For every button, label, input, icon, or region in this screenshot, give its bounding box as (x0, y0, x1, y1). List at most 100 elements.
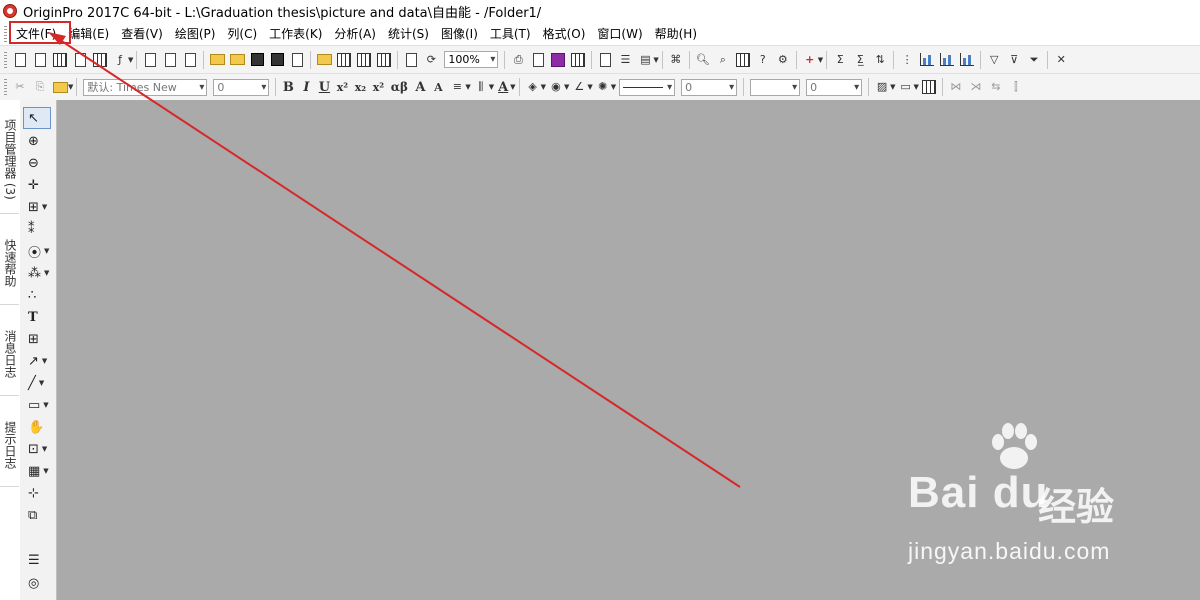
decrease-font-icon[interactable]: A (431, 81, 445, 94)
toolbar-grip[interactable] (4, 79, 7, 95)
import-wizard-icon[interactable] (316, 52, 332, 68)
save-project-icon[interactable] (249, 52, 265, 68)
add-column-icon[interactable]: + (802, 52, 818, 68)
column-chart-icon[interactable] (919, 52, 935, 68)
pointer-tool-icon[interactable]: ↖ (23, 107, 51, 129)
bold-icon[interactable]: B (281, 80, 295, 95)
new-worksheet-icon[interactable] (52, 52, 68, 68)
italic-icon[interactable]: I (299, 80, 313, 95)
tab-quick-help[interactable]: 快速帮助 (0, 215, 19, 305)
column-align-icon[interactable]: ⫼ (473, 79, 489, 95)
tab-message-log[interactable]: 消息日志 (0, 306, 19, 396)
new-matrix-icon[interactable] (92, 52, 108, 68)
align-icon[interactable]: ⫿ (1008, 79, 1024, 95)
chevron-down-icon[interactable]: ▼ (465, 83, 470, 91)
menu-statistics[interactable]: 统计(S) (382, 23, 435, 45)
menu-analysis[interactable]: 分析(A) (328, 23, 382, 45)
new-project-icon[interactable] (12, 52, 28, 68)
super-subscript-icon[interactable]: x² (371, 81, 385, 94)
paste-icon[interactable] (52, 79, 68, 95)
align-left-icon[interactable]: ≡ (449, 79, 465, 95)
font-color-icon[interactable]: A (496, 80, 510, 95)
refresh-icon[interactable]: ⟳ (423, 52, 439, 68)
pattern-icon[interactable]: ◉ (548, 79, 564, 95)
toolbar-grip[interactable] (4, 51, 7, 68)
menu-view[interactable]: 查看(V) (115, 23, 169, 45)
rotate-icon[interactable]: ◎ (24, 573, 50, 593)
table-icon[interactable] (921, 79, 937, 95)
underline-icon[interactable]: U (317, 80, 331, 95)
histogram-icon[interactable] (939, 52, 955, 68)
region-selector-icon[interactable]: ⦿ ▼ (24, 241, 50, 261)
new-layout-icon[interactable] (142, 52, 158, 68)
swap-icon[interactable]: ⇆ (988, 79, 1004, 95)
line-width-select[interactable]: 0 (681, 78, 738, 96)
subscript-icon[interactable]: x₂ (353, 81, 367, 94)
menu-column[interactable]: 列(C) (221, 23, 263, 45)
box-3d-icon[interactable]: ⧉ (24, 505, 50, 525)
new-excel-icon[interactable] (182, 52, 198, 68)
new-graph-icon[interactable] (72, 52, 88, 68)
properties-icon[interactable] (735, 52, 751, 68)
hatch-icon[interactable]: ▨ (874, 79, 890, 95)
text-tool-icon[interactable]: T (24, 307, 50, 327)
clear-filter-icon[interactable]: ⊽ (1006, 52, 1022, 68)
new-function-icon[interactable]: ƒ (112, 52, 128, 68)
insert-equation-icon[interactable]: ⊡ ▼ (24, 439, 50, 459)
menu-tools[interactable]: 工具(T) (484, 23, 537, 45)
unmask-icon[interactable]: ⋊ (968, 79, 984, 95)
film-icon[interactable] (570, 52, 586, 68)
data-selector-icon[interactable]: ⁑ (24, 219, 50, 239)
mask-points-icon[interactable]: ⊹ (24, 483, 50, 503)
open-template-icon[interactable] (229, 52, 245, 68)
chevron-down-icon[interactable]: ▼ (564, 83, 569, 91)
menu-format[interactable]: 格式(O) (537, 23, 592, 45)
arrow-tool-icon[interactable]: ↗ ▼ (24, 351, 50, 371)
hand-tool-icon[interactable]: ✋ (24, 417, 50, 437)
statistics-on-columns-icon[interactable]: Σ̲ (852, 52, 868, 68)
fill-select[interactable] (750, 78, 801, 96)
data-draw-icon[interactable]: ⁂ ▼ (24, 263, 50, 283)
symbol-icon[interactable]: ✺ (595, 79, 611, 95)
code-builder-icon[interactable] (597, 52, 613, 68)
border-width-select[interactable]: 0 (806, 78, 863, 96)
find-in-project-icon[interactable]: ⌕ (715, 52, 731, 68)
chevron-down-icon[interactable]: ▼ (587, 83, 592, 91)
copy-page-icon[interactable] (530, 52, 546, 68)
settings-icon[interactable]: ⚙ (775, 52, 791, 68)
zoom-select[interactable]: 100% (444, 51, 499, 68)
menu-help[interactable]: 帮助(H) (649, 23, 703, 45)
menu-image[interactable]: 图像(I) (435, 23, 484, 45)
font-name-select[interactable]: 默认: Times New (83, 78, 208, 96)
new-folder-icon[interactable] (32, 52, 48, 68)
chevron-down-icon[interactable]: ▼ (611, 83, 616, 91)
line-color-icon[interactable]: ∠ (571, 79, 587, 95)
increase-font-icon[interactable]: A (413, 80, 427, 95)
fill-color-icon[interactable]: ◈ (525, 79, 541, 95)
duplicate-icon[interactable] (403, 52, 419, 68)
list-icon[interactable]: ☰ (24, 550, 50, 570)
menu-window[interactable]: 窗口(W) (591, 23, 648, 45)
chevron-down-icon[interactable]: ▼ (489, 83, 494, 91)
rectangle-tool-icon[interactable]: ▭ ▼ (24, 395, 50, 415)
data-reader-icon[interactable]: ✛ (24, 175, 50, 195)
copy-icon[interactable]: ⎘ (32, 79, 48, 95)
insert-graph-icon[interactable]: ▦ ▼ (24, 461, 50, 481)
find-icon[interactable]: 🔍︎ (695, 52, 711, 68)
close-icon[interactable]: ✕ (1053, 52, 1069, 68)
save-template-icon[interactable] (289, 52, 305, 68)
chevron-down-icon[interactable]: ▼ (128, 56, 133, 64)
filter-icon[interactable]: ▽ (986, 52, 1002, 68)
import-ascii-icon[interactable] (336, 52, 352, 68)
superscript-icon[interactable]: x² (335, 81, 349, 94)
save-window-icon[interactable] (269, 52, 285, 68)
box-chart-icon[interactable] (959, 52, 975, 68)
set-column-values-icon[interactable]: ⋮ (899, 52, 915, 68)
chevron-down-icon[interactable]: ▼ (890, 83, 895, 91)
screen-reader-icon[interactable]: ⊞ ▼ (24, 197, 50, 217)
scatter-points-icon[interactable]: ∴ (24, 285, 50, 305)
mask-icon[interactable]: ⋈ (948, 79, 964, 95)
open-icon[interactable] (209, 52, 225, 68)
tab-project-explorer[interactable]: 项目管理器 (3) (0, 100, 19, 214)
greek-icon[interactable]: αβ (389, 80, 409, 94)
